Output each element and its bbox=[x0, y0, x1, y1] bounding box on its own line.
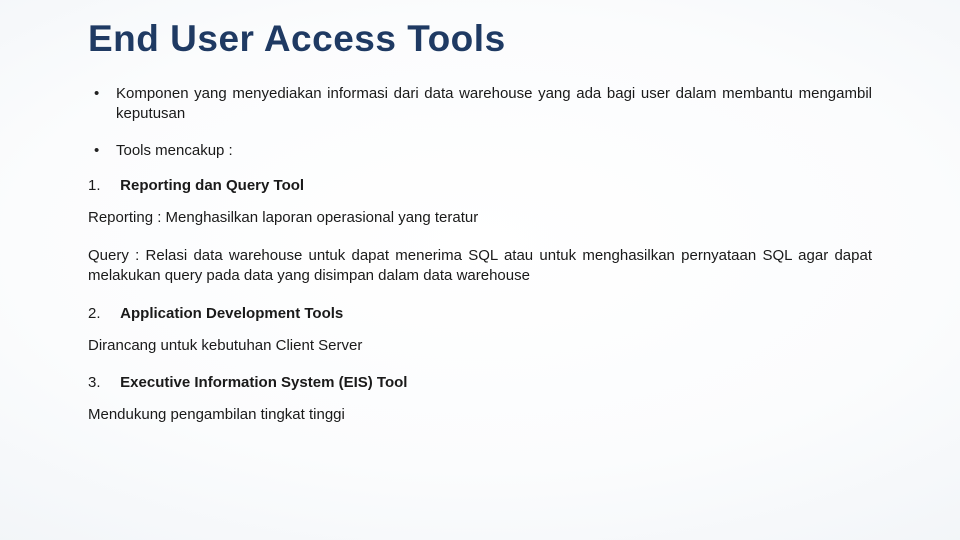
paragraph-reporting: Reporting : Menghasilkan laporan operasi… bbox=[88, 208, 872, 228]
item-label: Executive Information System (EIS) Tool bbox=[120, 374, 407, 391]
item-label: Reporting dan Query Tool bbox=[120, 177, 304, 194]
paragraph-adt: Dirancang untuk kebutuhan Client Server bbox=[88, 336, 872, 356]
item-number: 2. bbox=[88, 305, 116, 322]
item-label: Application Development Tools bbox=[120, 305, 343, 322]
item-number: 3. bbox=[88, 374, 116, 391]
bullet-item: Tools mencakup : bbox=[88, 141, 872, 161]
numbered-item-1: 1. Reporting dan Query Tool bbox=[88, 177, 872, 194]
bullet-item: Komponen yang menyediakan informasi dari… bbox=[88, 84, 872, 125]
bullet-list: Komponen yang menyediakan informasi dari… bbox=[88, 84, 872, 161]
item-number: 1. bbox=[88, 177, 116, 194]
numbered-item-3: 3. Executive Information System (EIS) To… bbox=[88, 374, 872, 391]
numbered-item-2: 2. Application Development Tools bbox=[88, 305, 872, 322]
paragraph-eis: Mendukung pengambilan tingkat tinggi bbox=[88, 405, 872, 425]
page-title: End User Access Tools bbox=[88, 18, 872, 60]
slide: End User Access Tools Komponen yang meny… bbox=[0, 0, 960, 540]
paragraph-query: Query : Relasi data warehouse untuk dapa… bbox=[88, 246, 872, 287]
